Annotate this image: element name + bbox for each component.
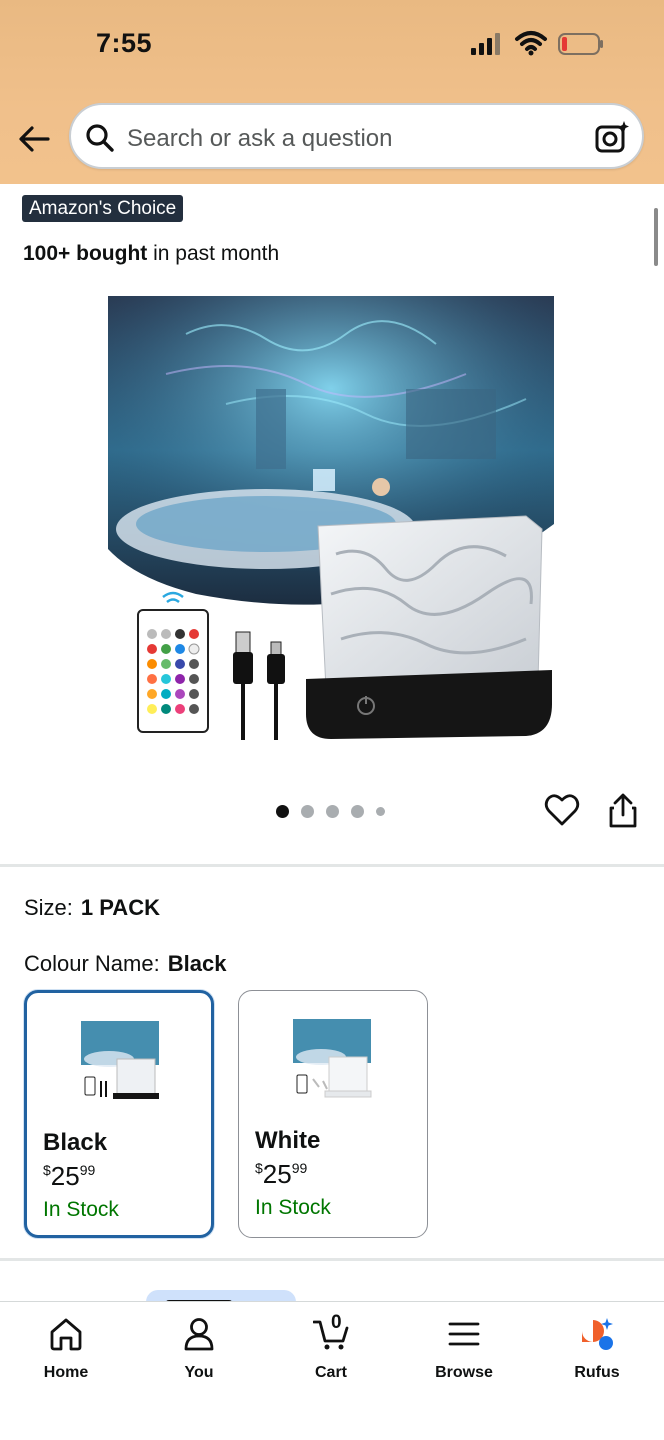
colour-selector: Colour Name: Black — [24, 951, 226, 977]
colour-value: Black — [167, 951, 227, 976]
bought-suffix: in past month — [147, 242, 280, 265]
swatch-stock: In Stock — [255, 1196, 331, 1219]
bought-count: 100+ bought — [23, 242, 148, 265]
share-icon[interactable] — [607, 793, 639, 829]
product-image[interactable] — [106, 294, 556, 746]
size-selector: Size: 1 PACK — [24, 895, 160, 921]
home-icon — [50, 1318, 82, 1351]
price-currency: $ — [43, 1162, 51, 1178]
bought-in-past-month: 100+ bought in past month — [23, 242, 279, 266]
nav-home[interactable]: Home — [11, 1316, 121, 1382]
nav-you[interactable]: You — [144, 1316, 254, 1382]
pager-dot[interactable] — [376, 806, 385, 816]
pager-dot[interactable] — [326, 804, 339, 818]
nav-cart[interactable]: 0 Cart — [276, 1312, 386, 1382]
search-icon — [86, 124, 114, 152]
price-fraction: 99 — [79, 1162, 96, 1178]
image-pager — [276, 804, 385, 818]
swatch-thumbnail — [293, 1019, 372, 1098]
scroll-indicator — [654, 208, 658, 266]
nav-browse[interactable]: Browse — [409, 1316, 519, 1382]
colour-label: Colour Name: — [24, 951, 160, 976]
search-input[interactable]: Search or ask a question — [127, 125, 393, 153]
swatch-name: White — [255, 1127, 321, 1154]
nav-label: You — [184, 1364, 214, 1381]
cellular-signal-icon — [471, 33, 500, 55]
bottom-nav: Home You 0 Cart Browse Rufus — [0, 1301, 664, 1440]
price-whole: 25 — [50, 1161, 80, 1191]
search-bar[interactable]: Search or ask a question — [69, 103, 644, 169]
nav-label: Cart — [314, 1364, 347, 1381]
camera-search-icon[interactable] — [594, 119, 630, 155]
person-icon — [184, 1318, 214, 1351]
pager-dot[interactable] — [301, 804, 314, 818]
pager-dot[interactable] — [351, 804, 364, 818]
colour-swatch-white[interactable]: White $2599 In Stock — [238, 990, 428, 1238]
swatch-name: Black — [43, 1129, 108, 1156]
nav-label: Home — [43, 1364, 89, 1381]
swatch-price: $2599 — [43, 1161, 95, 1192]
size-label: Size: — [24, 895, 73, 920]
swatch-stock: In Stock — [43, 1198, 119, 1221]
nav-label: Rufus — [574, 1364, 620, 1381]
pager-dot[interactable] — [276, 804, 289, 818]
section-divider — [0, 864, 664, 867]
rufus-icon — [582, 1318, 613, 1350]
swatch-thumbnail — [81, 1021, 159, 1099]
amazons-choice-badge: Amazon's Choice — [22, 195, 184, 222]
price-fraction: 99 — [291, 1160, 308, 1176]
price-currency: $ — [255, 1160, 263, 1176]
cart-count: 0 — [331, 1312, 342, 1333]
size-value: 1 PACK — [80, 895, 160, 920]
section-divider — [0, 1258, 664, 1261]
back-arrow-icon[interactable] — [16, 120, 54, 158]
colour-swatch-black[interactable]: Black $2599 In Stock — [24, 990, 214, 1238]
swatch-price: $2599 — [255, 1159, 307, 1190]
battery-low-icon — [558, 33, 603, 55]
status-time: 7:55 — [96, 28, 153, 58]
status-bar: 7:55 — [0, 0, 664, 92]
price-whole: 25 — [262, 1159, 292, 1189]
heart-icon[interactable] — [544, 792, 580, 828]
menu-icon — [448, 1322, 480, 1346]
wifi-icon — [515, 31, 547, 56]
nav-label: Browse — [435, 1364, 493, 1381]
nav-rufus[interactable]: Rufus — [542, 1316, 652, 1382]
